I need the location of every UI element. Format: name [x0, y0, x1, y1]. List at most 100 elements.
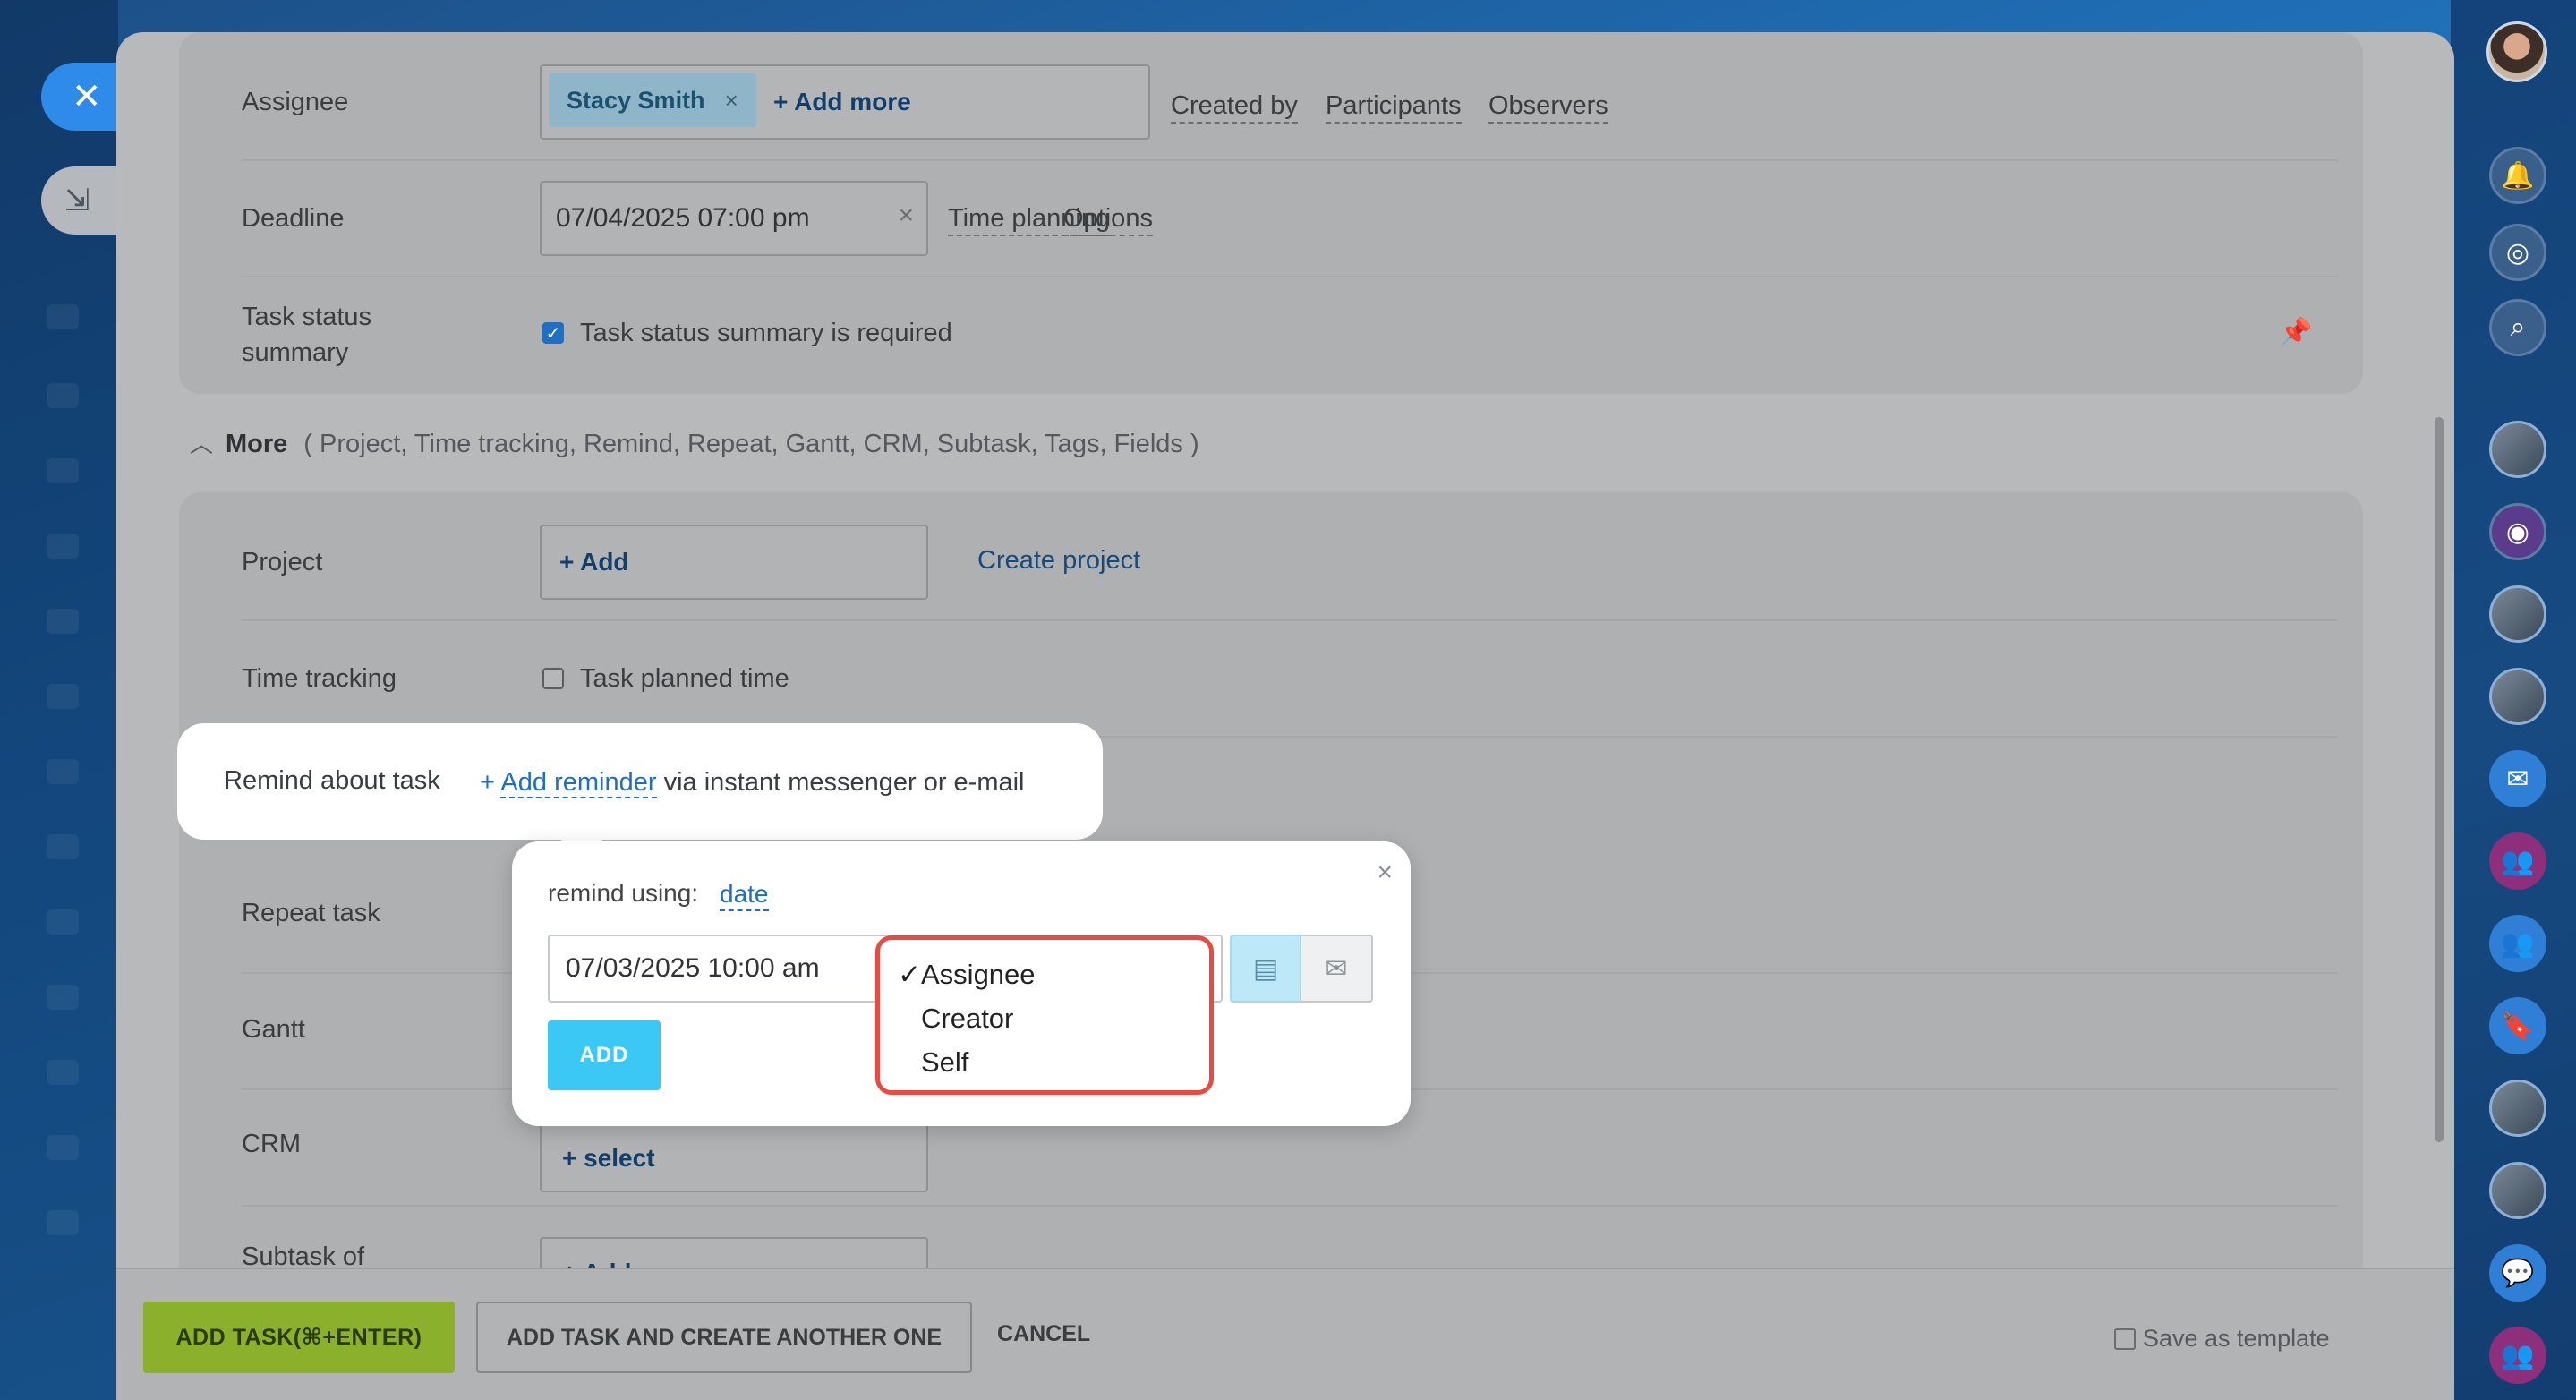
contact-avatar[interactable]: [2489, 585, 2546, 643]
option-label: Self: [921, 1046, 969, 1078]
openlines-icon[interactable]: ◉: [2489, 503, 2546, 560]
deadline-value: 07/04/2025 07:00 pm: [556, 203, 810, 233]
participants-link[interactable]: Participants: [1326, 90, 1462, 124]
project-add[interactable]: + Add: [559, 548, 629, 576]
sidebar-ghost-item: [47, 383, 79, 408]
sidebar-ghost-item: [47, 1135, 79, 1160]
target-icon[interactable]: ◎: [2489, 224, 2546, 281]
repeat-task-label: Repeat task: [242, 899, 380, 927]
scrollbar[interactable]: [2435, 417, 2444, 1142]
options-link[interactable]: Options: [1063, 202, 1153, 236]
remind-label: Remind about task: [224, 766, 440, 795]
mail-icon[interactable]: ✉: [2489, 750, 2546, 807]
remove-chip-icon[interactable]: ×: [725, 87, 738, 115]
clear-icon[interactable]: ×: [898, 201, 914, 231]
option-self[interactable]: Self: [880, 1040, 1209, 1084]
sidebar-ghost-item: [47, 458, 79, 483]
form-footer: ADD TASK(⌘+ENTER) ADD TASK AND CREATE AN…: [116, 1268, 2454, 1400]
option-creator[interactable]: Creator: [880, 996, 1209, 1040]
assignee-label: Assignee: [242, 88, 349, 116]
sidebar-ghost-item: [47, 609, 79, 634]
divider: [242, 159, 2338, 161]
pin-icon[interactable]: 📌: [2279, 317, 2312, 348]
user-avatar[interactable]: [2486, 21, 2547, 82]
add-reminder-link[interactable]: Add reminder: [500, 768, 657, 798]
gantt-label: Gantt: [242, 1015, 305, 1044]
more-label: More: [226, 430, 288, 458]
main-fields-card: Assignee Stacy Smith × + Add more Create…: [179, 32, 2363, 394]
mail-icon[interactable]: ✉: [1301, 935, 1373, 1003]
option-assignee[interactable]: ✓ Assignee: [880, 952, 1209, 996]
status-summary-checkbox[interactable]: ✓: [542, 322, 564, 344]
check-icon: ✓: [898, 959, 921, 990]
chat-search-icon[interactable]: ⌕: [2489, 299, 2546, 356]
chat-icon[interactable]: 💬: [2489, 1244, 2546, 1302]
close-icon: ✕: [72, 77, 102, 116]
sidebar-ghost-item: [47, 534, 79, 559]
planned-time-checkbox[interactable]: [542, 668, 564, 689]
group-chat-icon[interactable]: 👥: [2489, 832, 2546, 890]
status-summary-label-line2: summary: [242, 338, 349, 367]
remind-line: + Add reminder via instant messenger or …: [480, 764, 1025, 800]
save-template-checkbox[interactable]: [2114, 1327, 2136, 1350]
more-items: ( Project, Time tracking, Remind, Repeat…: [303, 430, 1199, 458]
crm-label: CRM: [242, 1130, 302, 1158]
sidebar-ghost-item: [47, 1060, 79, 1085]
assignee-chip[interactable]: Stacy Smith ×: [549, 73, 756, 127]
sidebar-ghost-item: [47, 985, 79, 1010]
status-summary-label-line1: Task status: [242, 303, 372, 331]
minimize-slider-button[interactable]: ⇲: [41, 166, 122, 235]
time-tracking-label: Time tracking: [242, 664, 397, 693]
group-avatar[interactable]: [2489, 668, 2546, 725]
save-template-label: Save as template: [2143, 1325, 2330, 1352]
deadline-label: Deadline: [242, 204, 345, 233]
contact-avatar[interactable]: [2489, 1162, 2546, 1219]
assignee-chip-label: Stacy Smith: [567, 86, 705, 114]
save-as-template[interactable]: Save as template: [2114, 1325, 2330, 1353]
status-summary-checkbox-label: Task status summary is required: [580, 319, 952, 347]
cancel-button[interactable]: CANCEL: [997, 1321, 1090, 1347]
divider: [242, 276, 2338, 277]
project-label: Project: [242, 548, 323, 576]
deadline-input[interactable]: 07/04/2025 07:00 pm ×: [540, 181, 928, 256]
chevron-up-icon[interactable]: ︿: [190, 426, 213, 459]
sidebar-ghost-item: [47, 834, 79, 859]
bell-icon[interactable]: 🔔: [2489, 147, 2546, 204]
close-slider-button[interactable]: ✕: [41, 63, 127, 131]
remind-row-highlight: Remind about task + Add reminder via ins…: [177, 723, 1103, 840]
observers-link[interactable]: Observers: [1488, 90, 1608, 124]
message-icon[interactable]: ▤: [1230, 935, 1301, 1003]
add-task-button[interactable]: ADD TASK(⌘+ENTER): [143, 1302, 455, 1373]
more-section-toggle[interactable]: More ( Project, Time tracking, Remind, Re…: [226, 430, 1199, 459]
planned-time-label: Task planned time: [580, 664, 789, 693]
sidebar-ghost-item: [47, 909, 79, 935]
sidebar-ghost-item: [47, 304, 79, 329]
divider: [242, 619, 2338, 621]
contact-avatar[interactable]: [2489, 1080, 2546, 1137]
add-reminder-button[interactable]: ADD: [548, 1020, 661, 1090]
remind-using-label: remind using:: [548, 879, 699, 907]
sidebar-ghost-item: [47, 759, 79, 784]
remind-using-toggle[interactable]: date: [720, 879, 769, 911]
recipient-dropdown: ✓ Assignee Creator Self: [875, 935, 1214, 1095]
close-icon[interactable]: ×: [1377, 858, 1393, 888]
add-reminder-plus: +: [480, 768, 495, 797]
created-by-link[interactable]: Created by: [1171, 90, 1298, 124]
reminder-date-input[interactable]: 07/03/2025 10:00 am ×: [548, 935, 915, 1003]
sidebar-ghost-item: [47, 684, 79, 709]
create-project-link[interactable]: Create project: [977, 542, 1140, 578]
bookmark-icon[interactable]: 🔖: [2489, 997, 2546, 1054]
group-chat-icon[interactable]: 👥: [2489, 1327, 2546, 1384]
remind-suffix: via instant messenger or e-mail: [663, 768, 1025, 797]
contact-avatar[interactable]: [2489, 421, 2546, 478]
group-chat-icon[interactable]: 👥: [2489, 915, 2546, 972]
option-label: Creator: [921, 1003, 1014, 1034]
option-label: Assignee: [921, 959, 1036, 990]
collapse-icon: ⇲: [64, 184, 90, 218]
add-more-assignees[interactable]: + Add more: [773, 88, 911, 116]
reminder-date-value: 07/03/2025 10:00 am: [566, 953, 820, 983]
crm-select[interactable]: + select: [562, 1144, 655, 1173]
task-form-panel: Assignee Stacy Smith × + Add more Create…: [116, 32, 2454, 1400]
divider: [242, 1205, 2338, 1207]
add-and-create-another-button[interactable]: ADD TASK AND CREATE ANOTHER ONE: [476, 1302, 972, 1373]
